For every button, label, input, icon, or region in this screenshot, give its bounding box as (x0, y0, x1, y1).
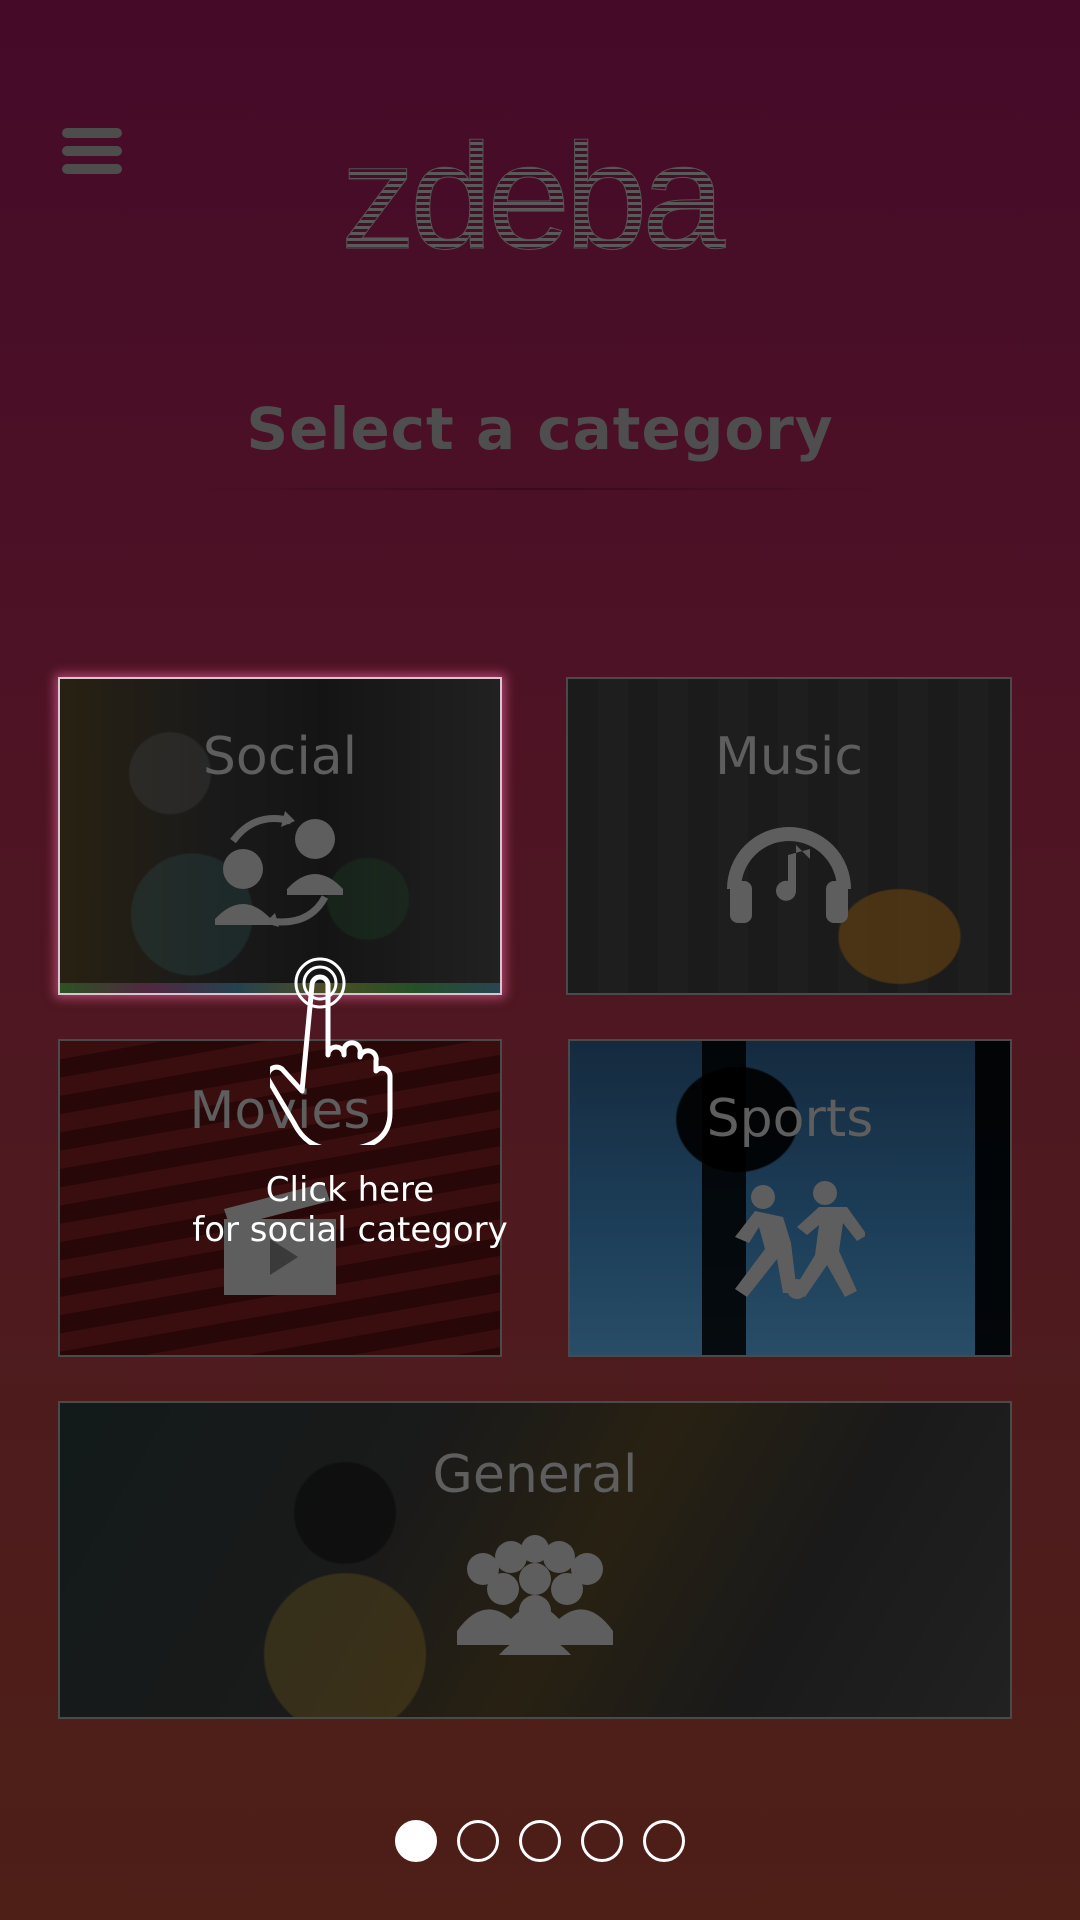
category-tile-social[interactable]: Social (58, 677, 502, 995)
page-dot-1[interactable] (395, 1820, 437, 1862)
category-tile-general[interactable]: General (58, 1401, 1012, 1719)
hamburger-icon (62, 128, 122, 174)
tutorial-hint-line2: for social category (192, 1210, 508, 1250)
page-dot-3[interactable] (519, 1820, 561, 1862)
page-dot-4[interactable] (581, 1820, 623, 1862)
category-tile-music[interactable]: Music (566, 677, 1012, 995)
page-title: Select a category (246, 395, 834, 463)
svg-text:zdeba: zdeba (341, 130, 726, 270)
page-indicator (0, 1820, 1080, 1870)
category-label: Social (202, 727, 358, 787)
category-label: General (432, 1445, 638, 1505)
group-people-icon (457, 1535, 613, 1655)
category-tile-sports[interactable]: Sports (568, 1039, 1012, 1357)
headphones-note-icon (727, 827, 851, 923)
category-label: Music (715, 727, 863, 787)
social-exchange-icon (215, 811, 343, 927)
title-divider (160, 488, 920, 490)
menu-button[interactable] (62, 128, 122, 174)
tap-hand-icon (270, 957, 393, 1145)
tutorial-hint-line1: Click here (265, 1170, 435, 1210)
tutorial-hint: Click here for social category (150, 1170, 550, 1250)
category-label: Sports (706, 1089, 874, 1149)
app-logo: zdeba (340, 130, 732, 270)
page-dot-5[interactable] (643, 1820, 685, 1862)
page-dot-2[interactable] (457, 1820, 499, 1862)
players-soccer-icon (735, 1181, 865, 1299)
